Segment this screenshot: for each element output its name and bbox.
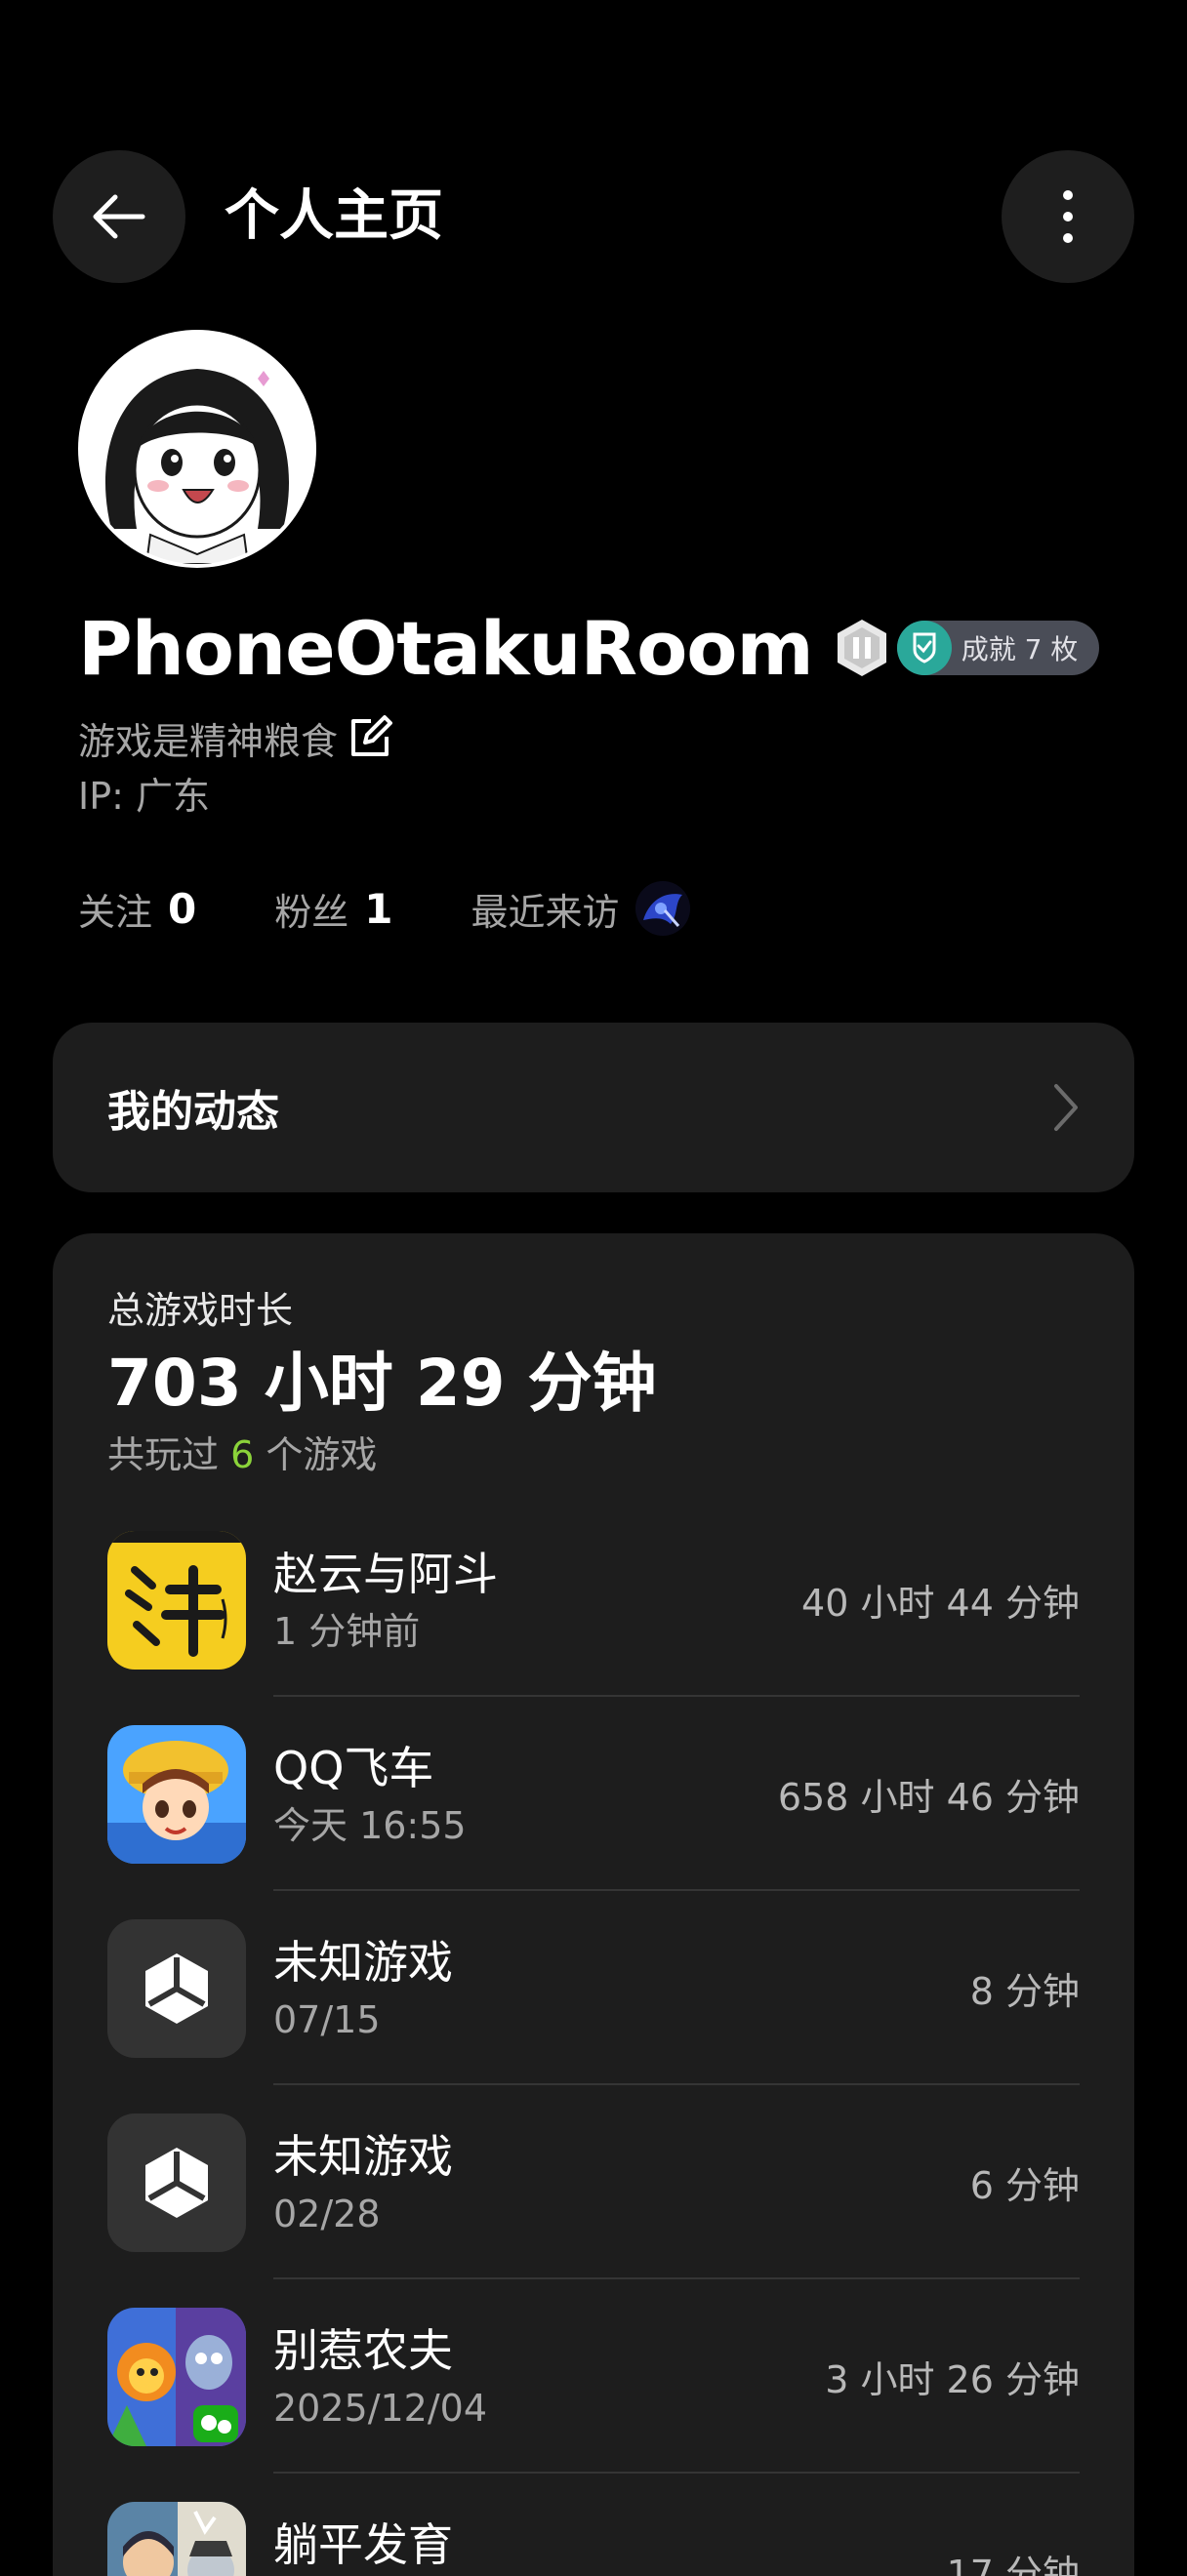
profile-stats: 关注 0 粉丝 1 最近来访	[78, 874, 768, 943]
game-name: 躺平发育	[273, 2517, 453, 2571]
level-badge-icon[interactable]	[835, 618, 889, 678]
username-row: PhoneOtakuRoom 成就 7 枚	[78, 599, 1100, 697]
game-duration: 8 分钟	[969, 1970, 1080, 2013]
games-played-count: 共玩过 6 个游戏	[107, 1429, 1080, 1481]
game-row[interactable]: QQ飞车 今天 16:55 658 小时 46 分钟	[107, 1697, 1080, 1891]
my-dynamics-label: 我的动态	[107, 1087, 279, 1137]
top-bar: 个人主页	[53, 150, 1134, 283]
games-count-number: 6	[230, 1433, 255, 1476]
signature: 游戏是精神粮食	[78, 708, 393, 767]
game-name: QQ飞车	[273, 1741, 434, 1794]
game-icon-tangping	[107, 2501, 246, 2576]
achievement-label: 成就 7 枚	[961, 633, 1079, 665]
game-name: 赵云与阿斗	[273, 1547, 498, 1600]
game-last-played: 07/15	[273, 1997, 381, 2041]
game-last-played: 1 分钟前	[273, 1609, 421, 1653]
game-name: 未知游戏	[273, 1935, 453, 1989]
game-duration: 6 分钟	[969, 2164, 1080, 2207]
games-count-suffix: 个游戏	[266, 1433, 378, 1476]
more-options-button[interactable]	[1002, 150, 1134, 283]
game-row[interactable]: 未知游戏 07/15 8 分钟	[107, 1891, 1080, 2085]
edit-icon[interactable]	[348, 715, 393, 760]
fans-count: 1	[364, 884, 393, 933]
game-icon-zhaoyun	[107, 1530, 246, 1670]
recent-visitors-stat[interactable]: 最近来访	[471, 881, 690, 936]
game-list: 赵云与阿斗 1 分钟前 40 小时 44 分钟 QQ飞车 今天 16:55 65…	[107, 1503, 1080, 2576]
game-last-played: 02/28	[273, 2192, 381, 2235]
game-name: 未知游戏	[273, 2129, 453, 2183]
visitor-avatar[interactable]	[634, 881, 690, 936]
achievement-badge[interactable]: 成就 7 枚	[896, 621, 1100, 675]
game-last-played: 2025/12/04	[273, 2386, 488, 2430]
fans-label: 粉丝	[274, 890, 349, 934]
username: PhoneOtakuRoom	[78, 604, 814, 692]
game-icon-farmer	[107, 2307, 246, 2446]
unknown-game-icon	[107, 2113, 246, 2252]
fans-stat[interactable]: 粉丝 1	[274, 882, 392, 936]
avatar[interactable]	[78, 330, 316, 568]
following-count: 0	[168, 884, 197, 933]
game-row[interactable]: 别惹农夫 2025/12/04 3 小时 26 分钟	[107, 2279, 1080, 2474]
recent-visitors-label: 最近来访	[471, 890, 620, 934]
playtime-card: 总游戏时长 703 小时 29 分钟 共玩过 6 个游戏 赵云与阿斗 1 分钟前…	[53, 1233, 1134, 2576]
game-duration: 3 小时 26 分钟	[825, 2358, 1080, 2401]
game-name: 别惹农夫	[273, 2323, 453, 2377]
more-vertical-icon	[1063, 190, 1073, 243]
ip-location: IP: 广东	[78, 775, 211, 818]
game-row[interactable]: 躺平发育 17 分钟	[107, 2474, 1080, 2576]
signature-text: 游戏是精神粮食	[78, 719, 339, 763]
medal-icon	[896, 621, 952, 675]
game-duration: 40 小时 44 分钟	[801, 1582, 1080, 1625]
my-dynamics-card[interactable]: 我的动态	[53, 1023, 1134, 1192]
game-icon-qq-speed	[107, 1724, 246, 1864]
chevron-right-icon	[1054, 1084, 1078, 1131]
game-duration: 658 小时 46 分钟	[777, 1776, 1080, 1819]
game-row[interactable]: 未知游戏 02/28 6 分钟	[107, 2085, 1080, 2279]
game-last-played: 今天 16:55	[273, 1803, 467, 1847]
game-duration: 17 分钟	[946, 2553, 1080, 2576]
playtime-total: 703 小时 29 分钟	[107, 1346, 657, 1421]
page-title: 个人主页	[225, 184, 443, 248]
games-count-prefix: 共玩过	[107, 1433, 220, 1476]
back-button[interactable]	[53, 150, 185, 283]
following-label: 关注	[78, 890, 153, 934]
game-row[interactable]: 赵云与阿斗 1 分钟前 40 小时 44 分钟	[107, 1503, 1080, 1697]
following-stat[interactable]: 关注 0	[78, 882, 196, 936]
unknown-game-icon	[107, 1918, 246, 2058]
arrow-left-icon	[93, 194, 145, 239]
playtime-label: 总游戏时长	[107, 1289, 294, 1332]
